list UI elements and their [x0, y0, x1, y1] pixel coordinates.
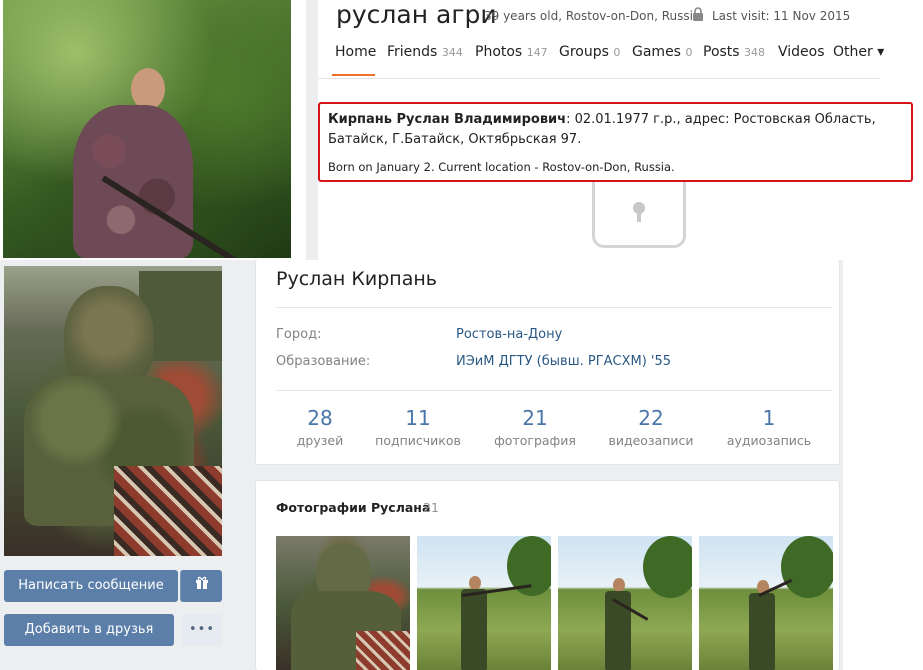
photo-thumb[interactable] [699, 536, 833, 670]
last-visit: Last visit: 11 Nov 2015 [712, 9, 851, 23]
page-title: Руслан Кирпань [276, 268, 437, 290]
gift-button[interactable] [180, 570, 222, 602]
send-message-button[interactable]: Написать сообщение [4, 570, 178, 602]
profile-photo-forest [3, 0, 291, 258]
lock-icon [692, 6, 704, 21]
city-label: Город: [276, 327, 322, 342]
nav-groups[interactable]: Groups 0 [559, 44, 620, 60]
top-profile-meta: 39 years old, Rostov-on-Don, Russia [484, 9, 701, 23]
nav-friends[interactable]: Friends 344 [387, 44, 463, 60]
highlighted-info-box: Кирпань Руслан Владимирович: 02.01.1977 … [318, 102, 913, 182]
profile-avatar-ghillie[interactable] [4, 266, 222, 556]
photo-thumb[interactable] [558, 536, 692, 670]
nav-photos[interactable]: Photos 147 [475, 44, 548, 60]
nav-games[interactable]: Games 0 [632, 44, 692, 60]
education-value[interactable]: ИЭиМ ДГТУ (бывш. РГАСХМ) '55 [456, 354, 671, 369]
info-full-name: Кирпань Руслан Владимирович [328, 112, 567, 127]
top-profile-name: руслан агри [336, 0, 497, 29]
private-lock-icon [592, 174, 686, 248]
nav-home[interactable]: Home [335, 44, 376, 60]
photos-section-count: 21 [423, 500, 439, 515]
photo-thumb[interactable] [276, 536, 410, 670]
active-tab-indicator [332, 74, 375, 76]
photos-section-title[interactable]: Фотографии Руслана [276, 500, 430, 515]
born-info: Born on January 2. Current location - Ro… [328, 160, 675, 174]
city-value[interactable]: Ростов-на-Дону [456, 327, 562, 342]
add-friend-button[interactable]: Добавить в друзья [4, 614, 174, 646]
more-button[interactable]: ••• [182, 614, 222, 646]
nav-other[interactable]: Other ▾ [833, 44, 884, 60]
education-label: Образование: [276, 354, 371, 369]
nav-posts[interactable]: Posts 348 [703, 44, 765, 60]
nav-videos[interactable]: Videos [778, 44, 825, 60]
photo-thumb[interactable] [417, 536, 551, 670]
gift-icon [195, 570, 209, 602]
